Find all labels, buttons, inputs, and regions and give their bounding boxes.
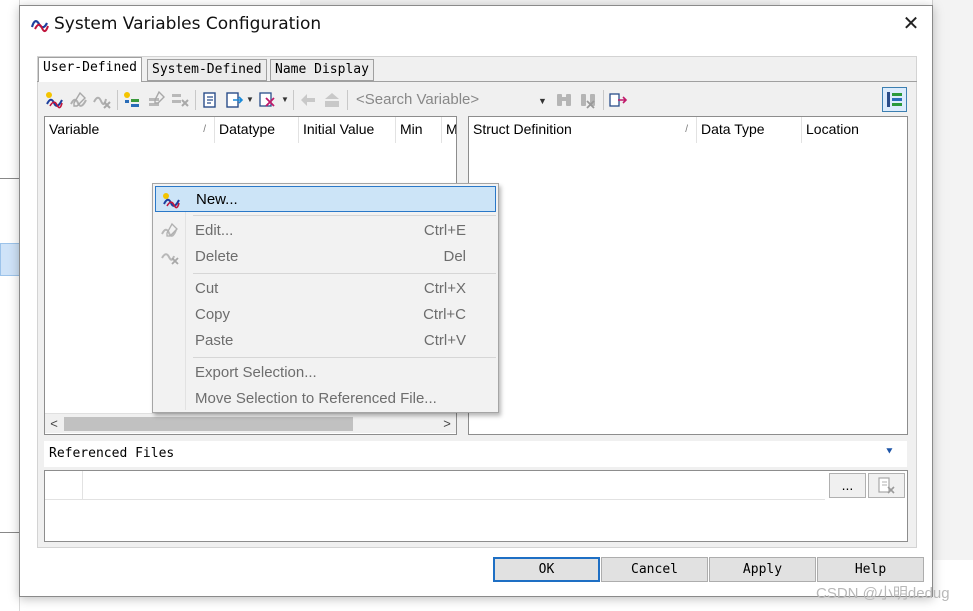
tab-system-defined[interactable]: System-Defined: [147, 59, 267, 81]
ok-button[interactable]: OK: [493, 557, 600, 582]
menu-item-shortcut: Ctrl+X: [423, 280, 466, 297]
new-variable-icon: [163, 193, 180, 209]
menu-separator: [193, 273, 496, 274]
remove-file-icon: [877, 477, 895, 494]
watermark: CSDN @小明dedug: [816, 585, 950, 602]
background-window-right: [932, 0, 973, 560]
menu-item-shortcut: Ctrl+V: [423, 332, 466, 349]
menu-item-label: Move Selection to Referenced File...: [195, 390, 437, 407]
find-icon[interactable]: [554, 90, 574, 110]
edit-variable-icon: [161, 222, 178, 237]
help-button[interactable]: Help: [817, 557, 924, 582]
referenced-files-label: Referenced Files: [49, 446, 175, 461]
tab-name-display[interactable]: Name Display: [270, 59, 374, 81]
column-header-location[interactable]: Location: [802, 117, 907, 143]
system-variable-icon: [30, 20, 49, 32]
import-icon[interactable]: [200, 90, 220, 110]
new-variable-icon[interactable]: [44, 90, 64, 110]
menu-item-shortcut: Del: [443, 248, 466, 265]
close-button[interactable]: ✕: [898, 12, 924, 38]
delete-variable-icon[interactable]: [92, 90, 112, 110]
scroll-left-icon[interactable]: <: [45, 414, 63, 434]
export-dropdown-arrow[interactable]: ▼: [246, 90, 254, 110]
toolbar-separator: [117, 90, 118, 110]
find-clear-icon[interactable]: [578, 90, 598, 110]
menu-item-label: Cut: [195, 280, 219, 297]
delete-variable-icon: [161, 253, 179, 265]
toolbar-separator: [347, 90, 348, 110]
tab-strip-line: [37, 81, 917, 82]
column-header-initial-value[interactable]: Initial Value: [299, 117, 396, 143]
export-icon[interactable]: [224, 90, 244, 110]
toolbar-separator: [293, 90, 294, 110]
goto-icon[interactable]: [608, 90, 628, 110]
search-variable-input[interactable]: <Search Variable>: [352, 89, 550, 111]
scroll-right-icon[interactable]: >: [438, 414, 456, 434]
column-header-min[interactable]: Min: [396, 117, 442, 143]
menu-item-edit[interactable]: Edit... Ctrl+E: [155, 218, 496, 244]
delete-struct-icon[interactable]: [170, 90, 190, 110]
filter-icon[interactable]: [258, 90, 278, 110]
column-header-max[interactable]: M: [442, 117, 456, 143]
referenced-file-row[interactable]: [83, 471, 825, 500]
toolbar-separator: [603, 90, 604, 110]
menu-separator: [193, 357, 496, 358]
toolbar-separator: [195, 90, 196, 110]
column-header-struct-definition[interactable]: Struct Definition /: [469, 117, 697, 143]
apply-button[interactable]: Apply: [709, 557, 816, 582]
browse-file-button[interactable]: ...: [829, 473, 866, 498]
layout-toggle-button[interactable]: [882, 87, 907, 112]
menu-item-label: Delete: [195, 248, 239, 265]
menu-item-delete[interactable]: Delete Del: [155, 244, 496, 270]
column-header-data-type[interactable]: Data Type: [697, 117, 802, 143]
cancel-button[interactable]: Cancel: [601, 557, 708, 582]
menu-item-label: New...: [196, 191, 238, 208]
menu-item-shortcut: Ctrl+E: [423, 222, 466, 239]
menu-item-label: Edit...: [195, 222, 234, 239]
menu-item-shortcut: Ctrl+C: [423, 306, 466, 323]
menu-item-paste[interactable]: Paste Ctrl+V: [155, 328, 496, 354]
filter-dropdown-arrow[interactable]: ▼: [281, 90, 289, 110]
referenced-file-cell: [45, 471, 83, 500]
context-menu: New... Edit... Ctrl+E Delete Del Cut Ctr…: [152, 183, 499, 413]
edit-struct-icon[interactable]: [146, 90, 166, 110]
remove-file-button[interactable]: [868, 473, 905, 498]
column-header-datatype[interactable]: Datatype: [215, 117, 299, 143]
menu-item-export-selection[interactable]: Export Selection...: [155, 360, 496, 386]
column-header-variable[interactable]: Variable /: [45, 117, 215, 143]
move-down-icon[interactable]: [322, 90, 342, 110]
background-window-left: [0, 0, 20, 611]
layout-toggle-icon: [887, 92, 902, 107]
tab-user-defined[interactable]: User-Defined: [38, 57, 142, 82]
menu-item-cut[interactable]: Cut Ctrl+X: [155, 276, 496, 302]
horizontal-scrollbar[interactable]: < >: [45, 413, 456, 433]
menu-item-label: Export Selection...: [195, 364, 317, 381]
menu-item-copy[interactable]: Copy Ctrl+C: [155, 302, 496, 328]
dialog-title: System Variables Configuration: [54, 14, 322, 34]
menu-item-label: Copy: [195, 306, 231, 323]
struct-table[interactable]: [468, 116, 908, 435]
menu-item-label: Paste: [195, 332, 234, 349]
chevron-down-icon[interactable]: ▼: [538, 90, 548, 112]
move-up-icon[interactable]: [298, 90, 318, 110]
new-struct-icon[interactable]: [122, 90, 142, 110]
menu-separator: [193, 215, 496, 216]
scrollbar-thumb[interactable]: [64, 417, 353, 431]
menu-item-new[interactable]: New...: [155, 186, 496, 212]
expand-icon[interactable]: ⯆: [885, 446, 894, 459]
menu-item-move-selection[interactable]: Move Selection to Referenced File...: [155, 386, 496, 412]
edit-variable-icon[interactable]: [68, 90, 88, 110]
